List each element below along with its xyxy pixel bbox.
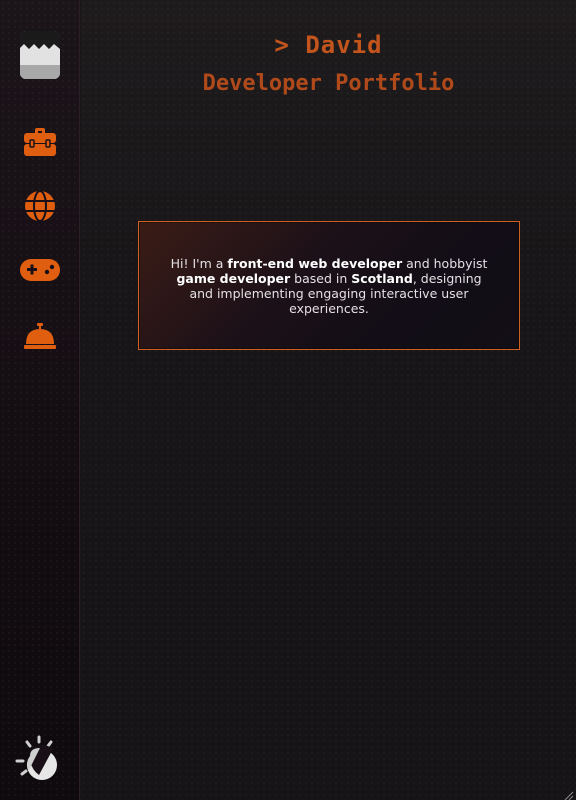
envelope-logo-icon[interactable] (20, 31, 60, 79)
gamepad-icon (19, 257, 61, 287)
intro-emphasis-hobby: game developer (176, 270, 291, 286)
toolbox-icon (23, 127, 57, 161)
intro-card: Hi! I'm a front-end web developer and ho… (138, 221, 520, 350)
portfolio-app: > David Developer Portfolio Hi! I'm a fr… (0, 0, 576, 800)
page-title: > David (274, 31, 383, 59)
service-bell-icon (23, 321, 57, 355)
intro-text-part: and hobbyist (402, 255, 488, 271)
main-content: > David Developer Portfolio Hi! I'm a fr… (81, 0, 576, 800)
page-subtitle: Developer Portfolio (202, 71, 455, 96)
resize-grip-icon[interactable] (562, 786, 574, 800)
intro-text-part: based in (290, 270, 352, 286)
intro-text: Hi! I'm a front-end web developer and ho… (169, 256, 489, 316)
sidebar-nav (0, 0, 80, 800)
nav-item-web[interactable] (16, 188, 64, 228)
sun-moon-icon (15, 735, 65, 788)
nav-item-games[interactable] (16, 252, 64, 292)
theme-toggle-button[interactable] (15, 734, 65, 784)
globe-icon (23, 189, 57, 227)
intro-emphasis-role: front-end web developer (227, 255, 403, 271)
nav-item-services[interactable] (16, 318, 64, 358)
nav-item-work[interactable] (16, 124, 64, 164)
intro-emphasis-location: Scotland (351, 270, 413, 286)
intro-text-part: Hi! I'm a (170, 255, 228, 271)
